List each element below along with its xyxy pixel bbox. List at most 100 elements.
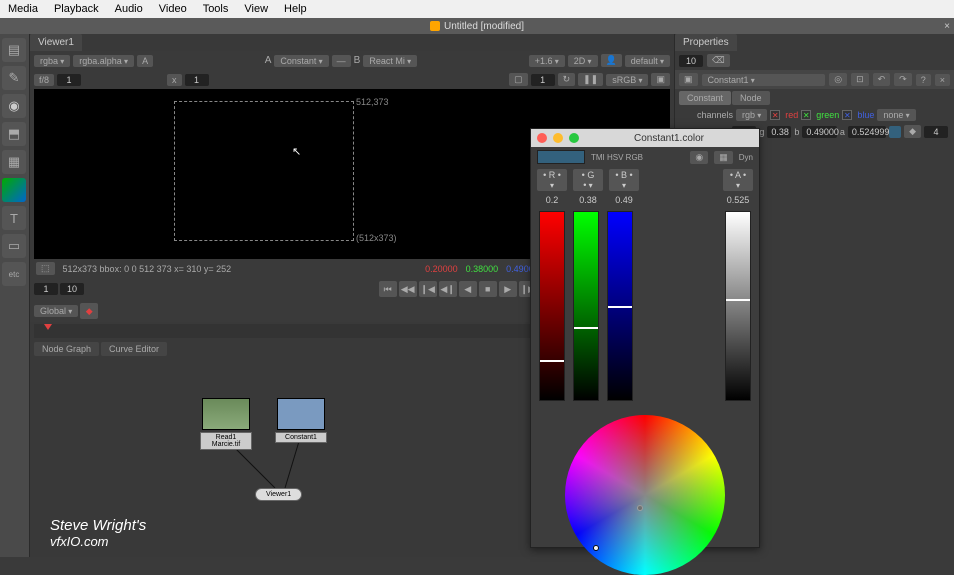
cp-slider-red[interactable] bbox=[539, 211, 565, 401]
stop-button[interactable]: ■ bbox=[479, 281, 497, 297]
tab-curve-editor[interactable]: Curve Editor bbox=[101, 342, 167, 356]
tab-nodegraph[interactable]: Node Graph bbox=[34, 342, 99, 356]
menu-help[interactable]: Help bbox=[284, 3, 307, 15]
cp-grid-icon[interactable]: ▦ bbox=[714, 151, 733, 164]
tool-crop-icon[interactable]: ⬒ bbox=[2, 122, 26, 146]
close-icon[interactable]: × bbox=[944, 21, 950, 32]
colorspace-dropdown[interactable]: sRGB bbox=[606, 74, 648, 86]
color-picker-window[interactable]: Constant1.color TMI HSV RGB ◉ ▦ Dyn • R … bbox=[530, 128, 760, 548]
color-g[interactable]: 0.38 bbox=[767, 126, 791, 138]
pause-icon[interactable]: ❚❚ bbox=[578, 73, 603, 86]
global-dropdown[interactable]: Global bbox=[34, 305, 78, 317]
node-constant[interactable]: Constant1 bbox=[275, 398, 327, 443]
tool-text-icon[interactable]: T bbox=[2, 206, 26, 230]
tab-constant[interactable]: Constant bbox=[679, 91, 731, 105]
node-viewer[interactable]: Viewer1 bbox=[255, 488, 302, 501]
mode-a-dropdown[interactable]: Constant bbox=[274, 55, 328, 67]
cp-g-head[interactable]: • G • bbox=[573, 169, 603, 191]
node-read[interactable]: Read1 Marcie.tif bbox=[200, 398, 252, 450]
chk-blue[interactable]: ✕ bbox=[842, 110, 852, 120]
collapse-icon[interactable]: ▣ bbox=[679, 73, 698, 86]
crop-icon[interactable]: ⬚ bbox=[36, 262, 55, 275]
undo-icon[interactable]: ↶ bbox=[873, 73, 891, 86]
menu-playback[interactable]: Playback bbox=[54, 3, 99, 15]
properties-tab[interactable]: Properties bbox=[675, 34, 737, 51]
close-prop-icon[interactable]: × bbox=[935, 74, 950, 86]
redo-icon[interactable]: ↷ bbox=[894, 73, 912, 86]
user-icon[interactable]: 👤 bbox=[601, 54, 622, 67]
gamma-dropdown[interactable]: +1.6 bbox=[529, 55, 565, 67]
display-dropdown[interactable]: 2D bbox=[568, 55, 598, 67]
cp-g-val[interactable]: 0.38 bbox=[573, 195, 603, 205]
color-a[interactable]: 0.524999 bbox=[848, 126, 887, 138]
cp-r-head[interactable]: • R • bbox=[537, 169, 567, 191]
sep1[interactable]: — bbox=[332, 55, 351, 67]
cp-swatch[interactable] bbox=[537, 150, 585, 164]
layer-dropdown[interactable]: rgba.alpha bbox=[73, 55, 134, 67]
color-b[interactable]: 0.49000 bbox=[802, 126, 837, 138]
tab-node[interactable]: Node bbox=[732, 91, 770, 105]
cp-close-icon[interactable] bbox=[537, 133, 547, 143]
cp-min-icon[interactable] bbox=[553, 133, 563, 143]
refresh-icon[interactable]: ↻ bbox=[558, 73, 576, 86]
cp-max-icon[interactable] bbox=[569, 133, 579, 143]
focus-icon[interactable]: ◎ bbox=[829, 73, 847, 86]
cp-r-val[interactable]: 0.2 bbox=[537, 195, 567, 205]
first-frame-button[interactable]: ⏮ bbox=[379, 281, 397, 297]
color-four[interactable]: 4 bbox=[924, 126, 948, 138]
menu-media[interactable]: Media bbox=[8, 3, 38, 15]
tool-record-icon[interactable]: ◉ bbox=[2, 94, 26, 118]
chk-red[interactable]: ✕ bbox=[770, 110, 780, 120]
cp-titlebar[interactable]: Constant1.color bbox=[531, 129, 759, 147]
cp-wheel-icon[interactable]: ◉ bbox=[690, 151, 708, 164]
cp-wheel-cursor[interactable] bbox=[637, 505, 643, 511]
menu-view[interactable]: View bbox=[244, 3, 268, 15]
menu-audio[interactable]: Audio bbox=[115, 3, 143, 15]
menu-tools[interactable]: Tools bbox=[203, 3, 229, 15]
cp-slider-green[interactable] bbox=[573, 211, 599, 401]
cp-slider-alpha[interactable] bbox=[725, 211, 751, 401]
tool-layers-icon[interactable]: ▤ bbox=[2, 38, 26, 62]
frame-in[interactable]: 1 bbox=[34, 283, 58, 295]
bmix-dropdown[interactable]: React Mi bbox=[363, 55, 417, 67]
x-icon[interactable]: x bbox=[167, 74, 182, 86]
prop-node-name[interactable]: Constant1 bbox=[702, 74, 826, 86]
prev-key-button[interactable]: ❙◀ bbox=[419, 281, 437, 297]
x-value[interactable]: 1 bbox=[185, 74, 209, 86]
cp-b-val[interactable]: 0.49 bbox=[609, 195, 639, 205]
timeline-marker[interactable] bbox=[44, 324, 52, 330]
input-a-button[interactable]: A bbox=[137, 55, 153, 67]
key-icon[interactable]: ◆ bbox=[80, 303, 98, 319]
tool-brush-icon[interactable]: ✎ bbox=[2, 66, 26, 90]
tool-etc-icon[interactable]: etc bbox=[2, 262, 26, 286]
fstop-indicator[interactable]: f/8 bbox=[34, 74, 54, 86]
menu-video[interactable]: Video bbox=[159, 3, 187, 15]
cp-color-wheel[interactable] bbox=[565, 415, 725, 575]
cp-a-val[interactable]: 0.525 bbox=[723, 195, 753, 205]
help-icon[interactable]: ? bbox=[916, 74, 931, 86]
channels-dropdown[interactable]: rgba bbox=[34, 55, 70, 67]
cp-slider-blue[interactable] bbox=[607, 211, 633, 401]
tool-color-icon[interactable] bbox=[2, 178, 26, 202]
frame-current[interactable]: 10 bbox=[60, 283, 84, 295]
clear-icon[interactable]: ⌫ bbox=[707, 54, 730, 67]
cp-dyn[interactable]: Dyn bbox=[739, 153, 753, 162]
rewind-button[interactable]: ◀◀ bbox=[399, 281, 417, 297]
expand-icon[interactable]: ▣ bbox=[651, 73, 670, 86]
cp-wheel-cursor2[interactable] bbox=[593, 545, 599, 551]
cp-b-head[interactable]: • B • bbox=[609, 169, 639, 191]
viewer-tab[interactable]: Viewer1 bbox=[30, 34, 82, 51]
anim-icon[interactable]: ◆ bbox=[904, 125, 921, 138]
default-dropdown[interactable]: default bbox=[625, 55, 670, 67]
tool-panel-icon[interactable]: ▭ bbox=[2, 234, 26, 258]
monitor-icon[interactable]: ▢ bbox=[509, 73, 528, 86]
channels-value[interactable]: rgb bbox=[736, 109, 767, 121]
step-back-button[interactable]: ◀❙ bbox=[439, 281, 457, 297]
color-swatch-button[interactable] bbox=[889, 126, 901, 138]
tool-fill-icon[interactable]: ▦ bbox=[2, 150, 26, 174]
cp-modes[interactable]: TMI HSV RGB bbox=[591, 153, 643, 162]
play-back-button[interactable]: ◀ bbox=[459, 281, 477, 297]
prop-count[interactable]: 10 bbox=[679, 55, 703, 67]
cp-a-head[interactable]: • A • bbox=[723, 169, 753, 191]
fstop-value[interactable]: 1 bbox=[57, 74, 81, 86]
